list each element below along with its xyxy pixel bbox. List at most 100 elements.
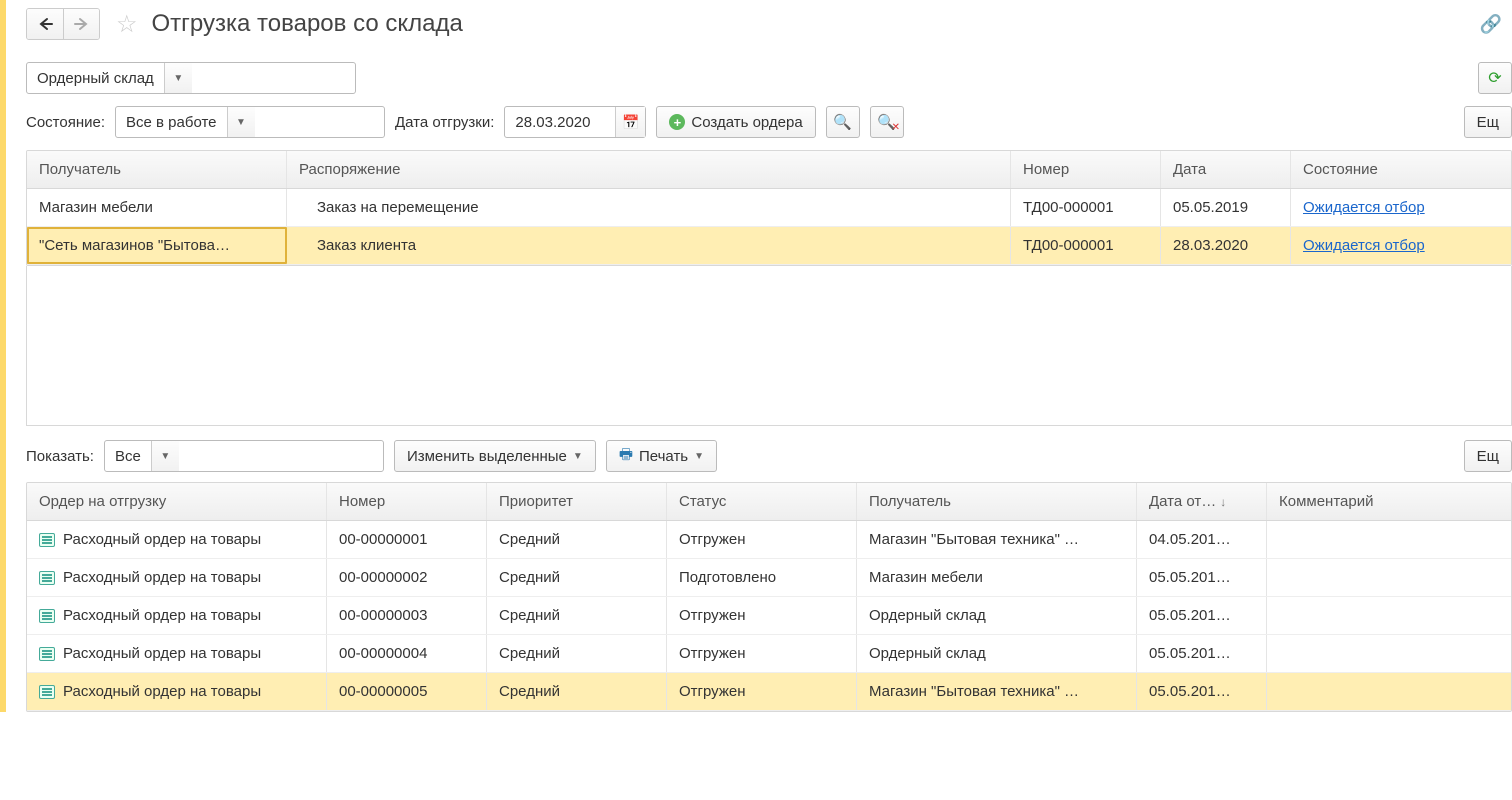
warehouse-select-toggle[interactable]: ▼ — [164, 63, 192, 93]
edit-selected-button[interactable]: Изменить выделенные ▼ — [394, 440, 596, 472]
document-icon — [39, 533, 55, 547]
search-icon: 🔍 — [833, 113, 852, 131]
create-orders-button[interactable]: + Создать ордера — [656, 106, 815, 138]
chevron-down-icon: ▼ — [694, 451, 704, 462]
search-clear-icon: 🔍 — [877, 113, 896, 131]
nav-back-button[interactable] — [27, 9, 63, 39]
cell-ship-date: 05.05.201… — [1137, 635, 1267, 672]
show-label: Показать: — [26, 448, 94, 465]
cell-directive: Заказ на перемещение — [287, 189, 1011, 226]
col-priority[interactable]: Приоритет — [487, 483, 667, 520]
directives-table-header: Получатель Распоряжение Номер Дата Состо… — [27, 151, 1511, 189]
more-button-top[interactable]: Ещ — [1464, 106, 1512, 138]
print-button[interactable]: 🖶 Печать ▼ — [606, 440, 717, 472]
col-date[interactable]: Дата — [1161, 151, 1291, 188]
table-row[interactable]: "Сеть магазинов "Бытова…Заказ клиентаТД0… — [27, 227, 1511, 265]
chevron-down-icon: ▼ — [573, 451, 583, 462]
col-directive[interactable]: Распоряжение — [287, 151, 1011, 188]
status-label: Состояние: — [26, 114, 105, 131]
cell-recipient: "Сеть магазинов "Бытова… — [27, 227, 287, 264]
cell-status: Подготовлено — [667, 559, 857, 596]
page-title: Отгрузка товаров со склада — [152, 10, 463, 38]
cell-priority: Средний — [487, 559, 667, 596]
print-icon: 🖶 — [619, 444, 633, 469]
cell-order: Расходный ордер на товары — [27, 597, 327, 634]
ship-orders-table-header: Ордер на отгрузку Номер Приоритет Статус… — [27, 483, 1511, 521]
show-select-toggle[interactable]: ▼ — [151, 441, 179, 471]
cell-number: 00-00000004 — [327, 635, 487, 672]
arrow-left-icon — [37, 17, 53, 31]
cell-status: Отгружен — [667, 597, 857, 634]
cell-order: Расходный ордер на товары — [27, 559, 327, 596]
cell-comment — [1267, 673, 1511, 710]
cell-comment — [1267, 635, 1511, 672]
col-comment[interactable]: Комментарий — [1267, 483, 1511, 520]
cell-number: 00-00000003 — [327, 597, 487, 634]
chevron-down-icon: ▼ — [173, 73, 183, 84]
col-number2[interactable]: Номер — [327, 483, 487, 520]
chevron-down-icon: ▼ — [236, 117, 246, 128]
plus-icon: + — [669, 114, 685, 130]
table-row[interactable]: Магазин мебелиЗаказ на перемещениеТД00-0… — [27, 189, 1511, 227]
directives-table: Получатель Распоряжение Номер Дата Состо… — [26, 150, 1512, 266]
table-row[interactable]: Расходный ордер на товары00-00000005Сред… — [27, 673, 1511, 711]
cell-number: 00-00000005 — [327, 673, 487, 710]
col-status[interactable]: Состояние — [1291, 151, 1511, 188]
cell-date: 05.05.2019 — [1161, 189, 1291, 226]
document-icon — [39, 571, 55, 585]
search-button[interactable]: 🔍 — [826, 106, 860, 138]
more-button-bottom[interactable]: Ещ — [1464, 440, 1512, 472]
table-row[interactable]: Расходный ордер на товары00-00000002Сред… — [27, 559, 1511, 597]
status-select-value: Все в работе — [116, 107, 226, 137]
show-select-value: Все — [105, 441, 151, 471]
cell-number: 00-00000001 — [327, 521, 487, 558]
col-status2[interactable]: Статус — [667, 483, 857, 520]
table-row[interactable]: Расходный ордер на товары00-00000001Сред… — [27, 521, 1511, 559]
cell-priority: Средний — [487, 673, 667, 710]
col-recipient2[interactable]: Получатель — [857, 483, 1137, 520]
cell-number: 00-00000002 — [327, 559, 487, 596]
header-bar: ☆ Отгрузка товаров со склада 🔗 — [26, 8, 1512, 40]
ship-orders-table: Ордер на отгрузку Номер Приоритет Статус… — [26, 482, 1512, 712]
cell-ship-date: 05.05.201… — [1137, 673, 1267, 710]
table-row[interactable]: Расходный ордер на товары00-00000004Сред… — [27, 635, 1511, 673]
table-row[interactable]: Расходный ордер на товары00-00000003Сред… — [27, 597, 1511, 635]
mid-toolbar: Показать: Все ▼ Изменить выделенные ▼ 🖶 … — [26, 440, 1512, 472]
cell-number: ТД00-000001 — [1011, 227, 1161, 264]
nav-forward-button[interactable] — [63, 9, 99, 39]
cell-recipient: Ордерный склад — [857, 635, 1137, 672]
clear-search-button[interactable]: 🔍 — [870, 106, 904, 138]
cell-recipient: Ордерный склад — [857, 597, 1137, 634]
filter-row: Состояние: Все в работе ▼ Дата отгрузки:… — [26, 106, 1512, 138]
col-number[interactable]: Номер — [1011, 151, 1161, 188]
col-recipient[interactable]: Получатель — [27, 151, 287, 188]
ship-date-input[interactable]: 28.03.2020 📅 — [504, 106, 646, 138]
col-order[interactable]: Ордер на отгрузку — [27, 483, 327, 520]
document-icon — [39, 647, 55, 661]
cell-order: Расходный ордер на товары — [27, 673, 327, 710]
show-select[interactable]: Все ▼ — [104, 440, 384, 472]
arrow-right-icon — [74, 17, 90, 31]
favorite-star-icon[interactable]: ☆ — [116, 10, 138, 39]
warehouse-row: Ордерный склад ▼ ⟳ — [26, 62, 1512, 94]
create-orders-label: Создать ордера — [691, 114, 802, 131]
warehouse-select[interactable]: Ордерный склад ▼ — [26, 62, 356, 94]
cell-directive: Заказ клиента — [287, 227, 1011, 264]
status-link[interactable]: Ожидается отбор — [1303, 237, 1425, 254]
cell-status: Отгружен — [667, 673, 857, 710]
col-ship-date[interactable]: Дата от… ↓ — [1137, 483, 1267, 520]
cell-order: Расходный ордер на товары — [27, 635, 327, 672]
status-select[interactable]: Все в работе ▼ — [115, 106, 385, 138]
cell-status: Отгружен — [667, 521, 857, 558]
cell-comment — [1267, 597, 1511, 634]
cell-status: Ожидается отбор — [1291, 227, 1511, 264]
cell-order: Расходный ордер на товары — [27, 521, 327, 558]
refresh-button[interactable]: ⟳ — [1478, 62, 1512, 94]
status-select-toggle[interactable]: ▼ — [227, 107, 255, 137]
cell-priority: Средний — [487, 635, 667, 672]
status-link[interactable]: Ожидается отбор — [1303, 199, 1425, 216]
ship-date-picker-toggle[interactable]: 📅 — [615, 107, 645, 137]
cell-status: Ожидается отбор — [1291, 189, 1511, 226]
cell-ship-date: 05.05.201… — [1137, 559, 1267, 596]
permalink-icon[interactable]: 🔗 — [1480, 14, 1502, 35]
